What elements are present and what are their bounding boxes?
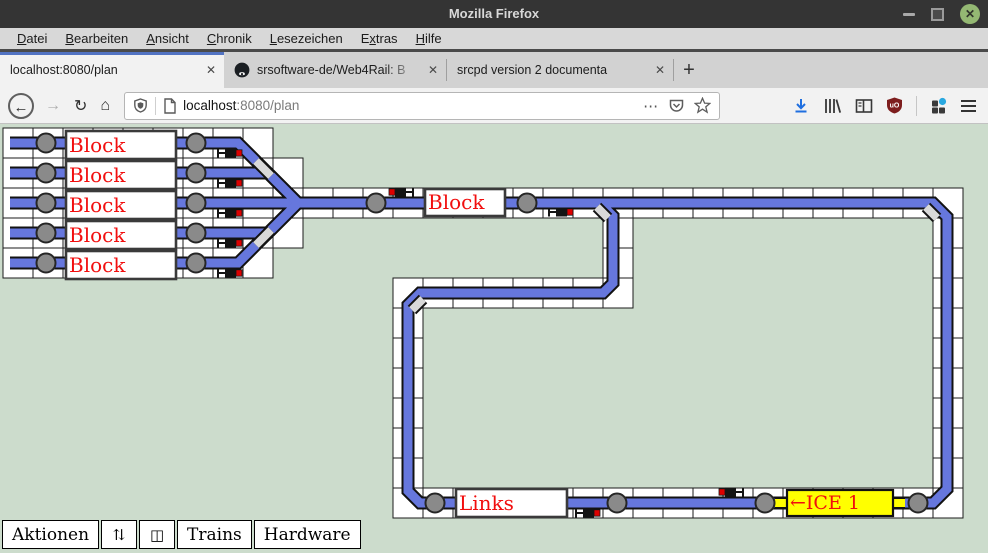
signal-red-lamp — [236, 150, 242, 156]
tab-strip: localhost:8080/plan ✕ srsoftware-de/Web4… — [0, 49, 988, 88]
github-icon — [234, 62, 250, 78]
block-label[interactable]: Block — [69, 253, 126, 277]
contact-point[interactable] — [187, 194, 206, 213]
tab-plan[interactable]: localhost:8080/plan ✕ — [0, 52, 224, 88]
signal-body[interactable] — [225, 179, 236, 188]
signal-red-lamp — [594, 510, 600, 516]
page-content: Block Block Block Block Block Block Links ←ICE … — [0, 124, 988, 553]
contact-point[interactable] — [608, 494, 627, 513]
signal-red-lamp — [389, 189, 395, 195]
signal-body[interactable] — [225, 239, 236, 248]
signal-red-lamp — [236, 270, 242, 276]
menu-lesezeichen[interactable]: Lesezeichen — [261, 31, 352, 46]
nav-toolbar: ← → ↻ ⌂ localhost:8080/plan ⋯ — [0, 88, 988, 124]
swap-button[interactable]: ⇅ — [101, 520, 137, 549]
contact-point[interactable] — [37, 224, 56, 243]
window-titlebar: Mozilla Firefox ✕ — [0, 0, 988, 28]
menu-extras[interactable]: Extras — [352, 31, 407, 46]
tab-title: srcpd version 2 documenta — [457, 63, 649, 77]
contact-point[interactable] — [426, 494, 445, 513]
track-plan[interactable]: Block Block Block Block Block Block Links ←ICE … — [0, 124, 988, 553]
signal-red-lamp — [567, 209, 573, 215]
signal-red-lamp — [236, 180, 242, 186]
home-button[interactable]: ⌂ — [100, 97, 110, 115]
back-button[interactable]: ← — [8, 93, 34, 119]
new-tab-button[interactable]: + — [674, 52, 704, 88]
block-label[interactable]: Block — [69, 193, 126, 217]
svg-text:uO: uO — [890, 103, 900, 110]
menu-ansicht[interactable]: Ansicht — [137, 31, 198, 46]
tab-close-icon[interactable]: ✕ — [655, 64, 665, 76]
bottom-menu: Aktionen⇅◫TrainsHardware — [2, 520, 363, 549]
hardware-button[interactable]: Hardware — [254, 520, 361, 549]
urlbar-separator — [155, 97, 156, 115]
signal-body[interactable] — [225, 209, 236, 218]
contact-point[interactable] — [187, 254, 206, 273]
menu-chronik[interactable]: Chronik — [198, 31, 261, 46]
menu-datei[interactable]: Datei — [8, 31, 56, 46]
contact-point[interactable] — [367, 194, 386, 213]
pocket-icon[interactable] — [668, 98, 685, 114]
page-actions-icon[interactable]: ⋯ — [643, 97, 659, 115]
signal-body[interactable] — [583, 509, 594, 518]
signal-body[interactable] — [225, 149, 236, 158]
trains-button[interactable]: Trains — [177, 520, 252, 549]
contact-point[interactable] — [756, 494, 775, 513]
tab-title: localhost:8080/plan — [10, 63, 200, 77]
block-label[interactable]: Block — [69, 163, 126, 187]
bookmark-star-icon[interactable] — [694, 97, 711, 114]
url-host: localhost — [183, 98, 236, 113]
signal-body[interactable] — [395, 188, 406, 197]
contact-point[interactable] — [37, 254, 56, 273]
close-icon[interactable]: ✕ — [960, 4, 980, 24]
download-icon[interactable] — [792, 97, 810, 115]
tab-close-icon[interactable]: ✕ — [206, 64, 216, 76]
block-label[interactable]: Block — [69, 223, 126, 247]
signal-red-lamp — [236, 210, 242, 216]
aktionen-button[interactable]: Aktionen — [2, 520, 99, 549]
tracking-shield-icon[interactable] — [133, 98, 148, 113]
tab-github[interactable]: srsoftware-de/Web4Rail: B ✕ — [224, 52, 446, 88]
signal-red-lamp — [719, 489, 725, 495]
signal-body[interactable] — [725, 488, 736, 497]
block-label[interactable]: Block — [428, 190, 485, 214]
contact-point[interactable] — [909, 494, 928, 513]
split-view-button[interactable]: ◫ — [139, 520, 175, 549]
contact-point[interactable] — [187, 224, 206, 243]
toolbar-separator — [916, 96, 917, 116]
page-info-icon[interactable] — [163, 98, 177, 114]
signal-body[interactable] — [225, 269, 236, 278]
tab-close-icon[interactable]: ✕ — [428, 64, 438, 76]
url-text[interactable]: localhost:8080/plan — [183, 98, 634, 113]
minimize-icon[interactable] — [903, 13, 915, 16]
tab-srcpd[interactable]: srcpd version 2 documenta ✕ — [447, 52, 673, 88]
sidebar-icon[interactable] — [855, 98, 873, 114]
url-path: :8080/plan — [236, 98, 299, 113]
url-bar[interactable]: localhost:8080/plan ⋯ — [124, 92, 720, 120]
window-title: Mozilla Firefox — [0, 0, 988, 28]
ublock-icon[interactable]: uO — [886, 97, 903, 114]
menubar: DateiBearbeitenAnsichtChronikLesezeichen… — [0, 28, 988, 49]
forward-button[interactable]: → — [45, 97, 61, 115]
apps-icon[interactable] — [930, 97, 948, 114]
contact-point[interactable] — [37, 134, 56, 153]
menu-bearbeiten[interactable]: Bearbeiten — [56, 31, 137, 46]
tab-title: srsoftware-de/Web4Rail: B — [257, 63, 422, 77]
block-label[interactable]: Links — [459, 491, 514, 515]
contact-point[interactable] — [518, 194, 537, 213]
signal-body[interactable] — [556, 208, 567, 217]
reload-button[interactable]: ↻ — [74, 96, 87, 116]
train-label[interactable]: ←ICE 1 — [790, 492, 860, 514]
menu-hilfe[interactable]: Hilfe — [407, 31, 451, 46]
contact-point[interactable] — [187, 164, 206, 183]
library-icon[interactable] — [823, 97, 842, 115]
menu-hamburger-icon[interactable] — [961, 100, 976, 112]
signal-red-lamp — [236, 240, 242, 246]
contact-point[interactable] — [37, 194, 56, 213]
maximize-icon[interactable] — [931, 8, 944, 21]
block-label[interactable]: Block — [69, 133, 126, 157]
contact-point[interactable] — [187, 134, 206, 153]
contact-point[interactable] — [37, 164, 56, 183]
